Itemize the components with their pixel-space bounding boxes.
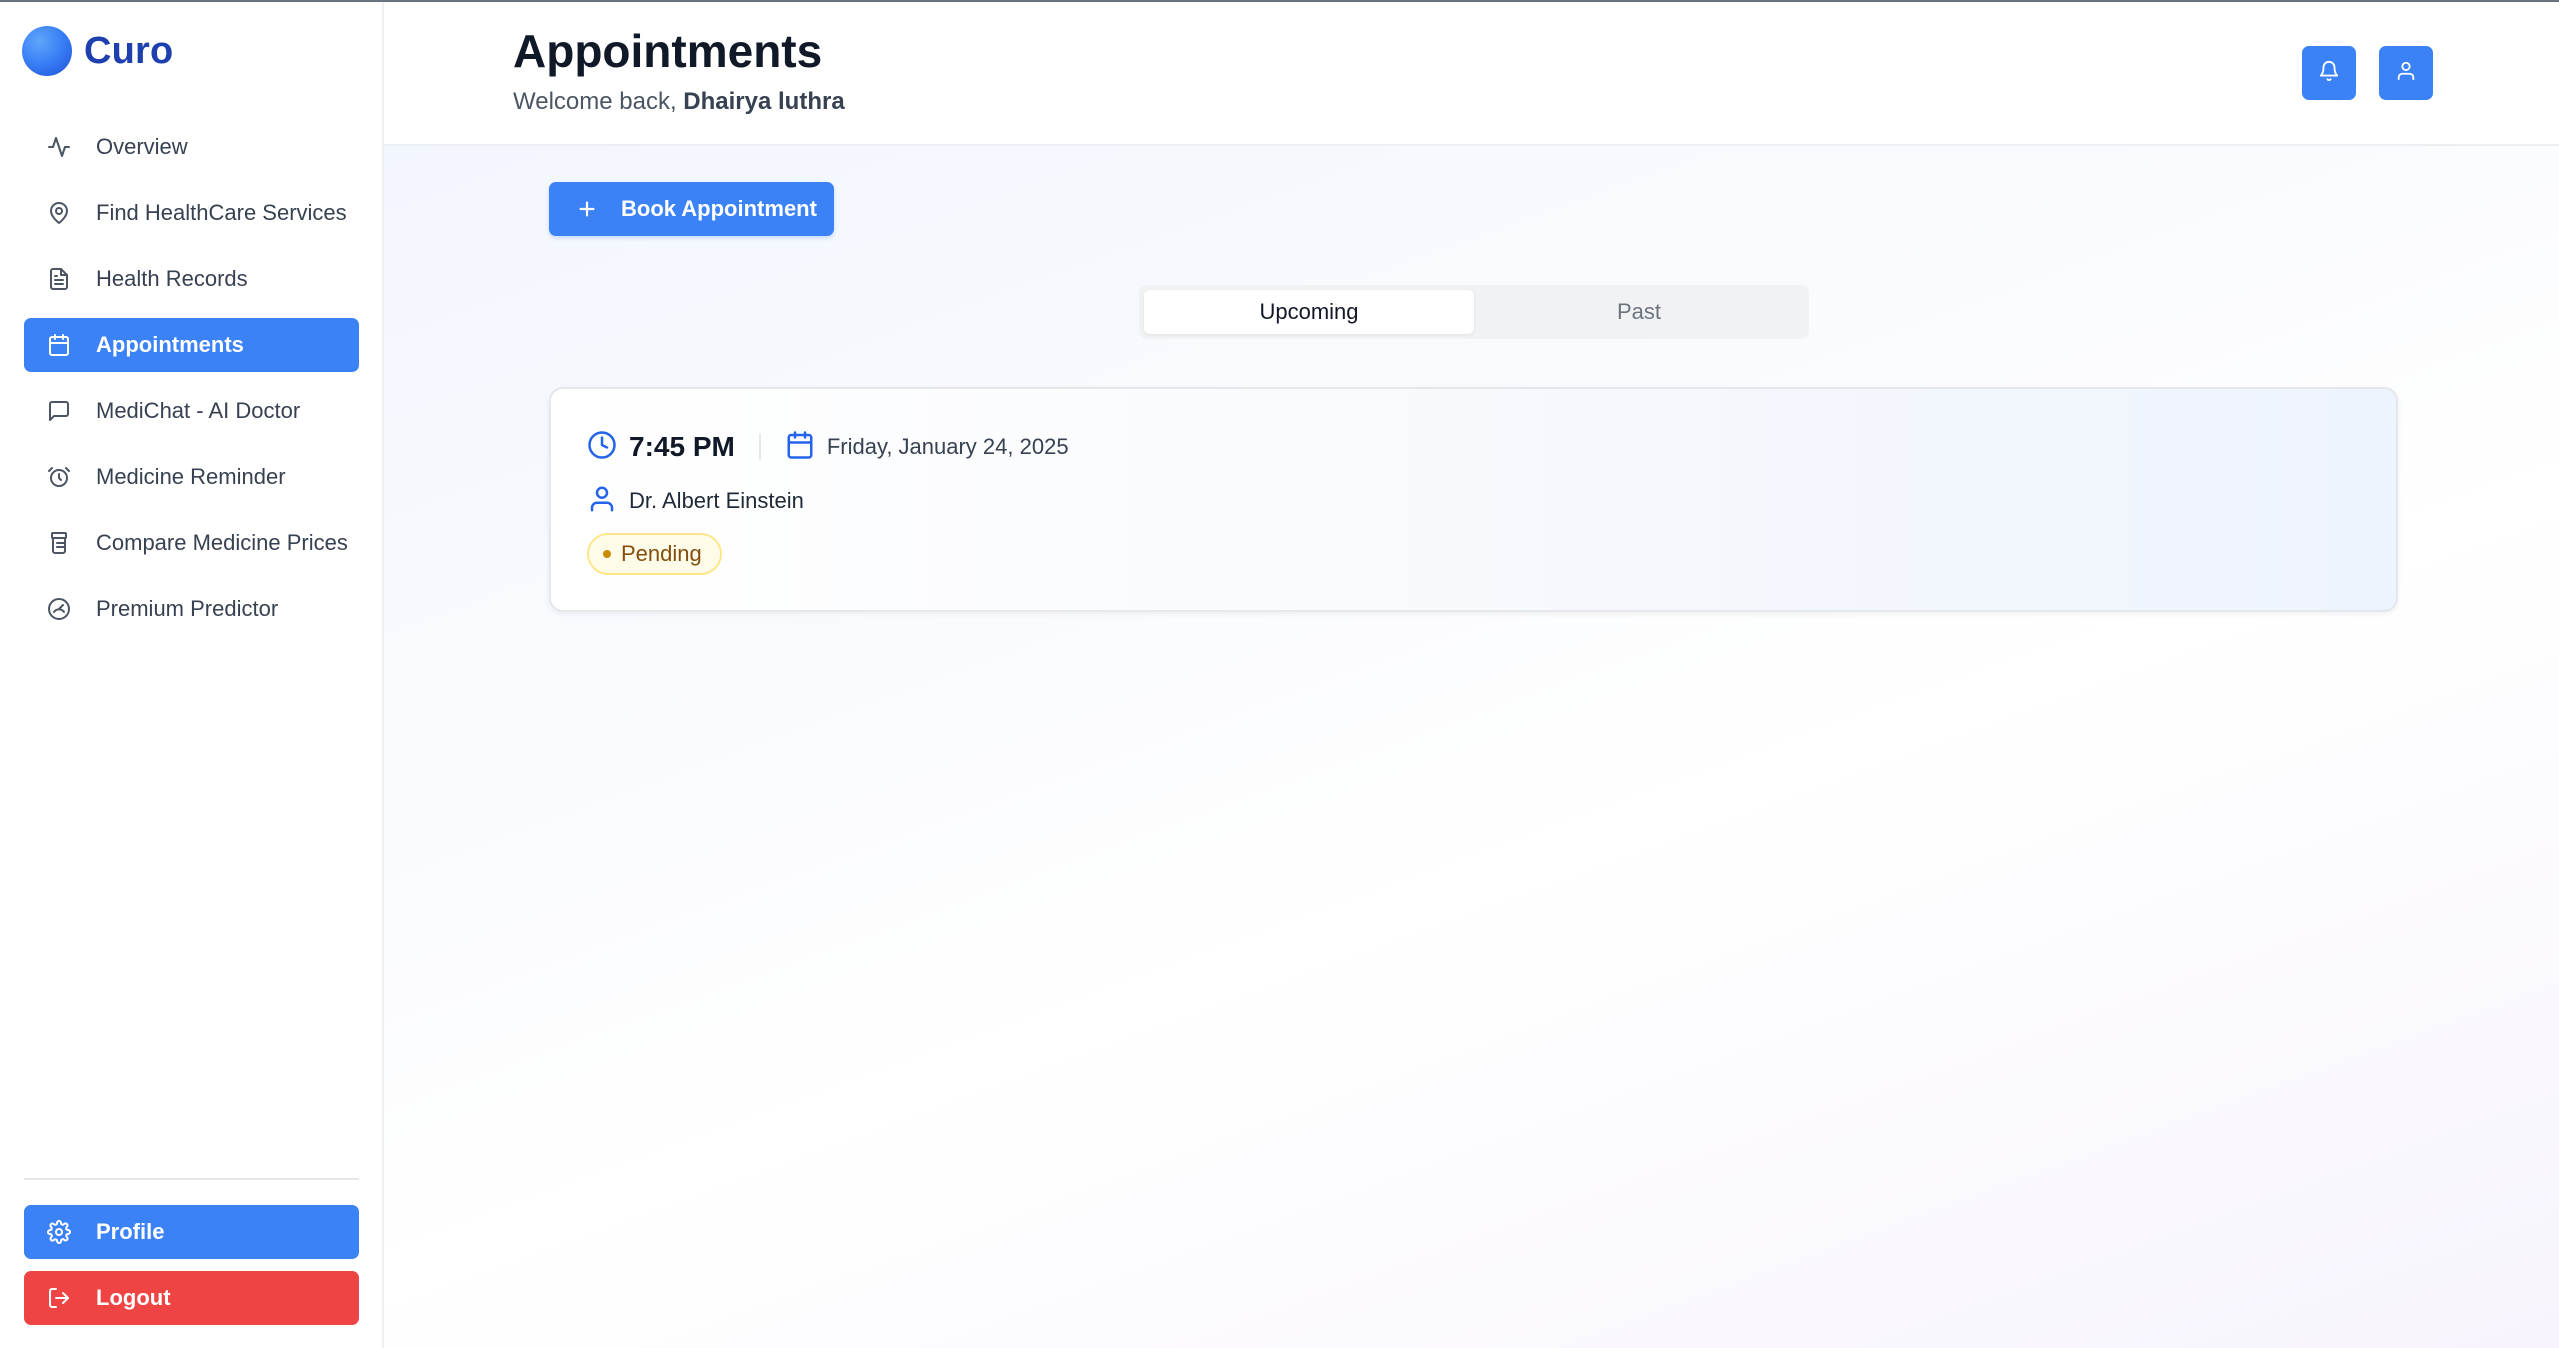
book-appointment-label: Book Appointment xyxy=(621,196,817,221)
sidebar-item-appointments[interactable]: Appointments xyxy=(24,318,359,372)
welcome-message: Welcome back, Dhairya luthra xyxy=(513,88,845,116)
profile-button[interactable]: Profile xyxy=(24,1205,359,1259)
logo-icon xyxy=(22,26,72,76)
welcome-prefix: Welcome back, xyxy=(513,88,677,115)
calendar-icon xyxy=(46,332,72,358)
notifications-button[interactable] xyxy=(2302,46,2356,100)
status-label: Pending xyxy=(621,541,702,566)
user-menu-button[interactable] xyxy=(2379,46,2433,100)
status-badge: Pending xyxy=(587,533,722,575)
appointment-doctor: Dr. Albert Einstein xyxy=(587,481,804,521)
brand-name: Curo xyxy=(84,29,174,72)
user-icon xyxy=(2395,60,2417,87)
sidebar-item-label: MediChat - AI Doctor xyxy=(96,398,301,423)
sidebar-item-label: Appointments xyxy=(96,332,244,357)
alarm-clock-icon xyxy=(46,464,72,490)
appointment-datetime: 7:45 PM Friday, January 24, 2025 xyxy=(587,427,1069,467)
logout-button[interactable]: Logout xyxy=(24,1271,359,1325)
sidebar-item-medicine-reminder[interactable]: Medicine Reminder xyxy=(24,450,359,504)
clock-icon xyxy=(587,430,617,465)
appointment-card[interactable]: 7:45 PM Friday, January 24, 2025 Dr. Alb… xyxy=(549,387,2398,612)
sidebar-nav: Overview Find HealthCare Services Health… xyxy=(24,120,359,648)
sidebar-item-label: Premium Predictor xyxy=(96,596,279,621)
appointment-tabs: Upcoming Past xyxy=(1139,285,1809,339)
activity-icon xyxy=(46,134,72,160)
sidebar-item-find-healthcare[interactable]: Find HealthCare Services xyxy=(24,186,359,240)
sidebar-item-health-records[interactable]: Health Records xyxy=(24,252,359,306)
message-square-icon xyxy=(46,398,72,424)
divider xyxy=(758,434,761,460)
tab-past[interactable]: Past xyxy=(1474,290,1804,334)
map-pin-icon xyxy=(46,200,72,226)
sidebar-item-overview[interactable]: Overview xyxy=(24,120,359,174)
logout-button-label: Logout xyxy=(96,1285,171,1310)
bell-icon xyxy=(2318,60,2340,87)
sidebar-item-label: Medicine Reminder xyxy=(96,464,286,489)
profile-button-label: Profile xyxy=(96,1219,165,1244)
gauge-icon xyxy=(46,596,72,622)
sidebar-item-label: Overview xyxy=(96,134,188,159)
book-appointment-button[interactable]: Book Appointment xyxy=(549,182,834,236)
page-title: Appointments xyxy=(513,25,823,77)
calendar-icon xyxy=(785,430,815,465)
pill-bottle-icon xyxy=(46,530,72,556)
settings-icon xyxy=(46,1219,72,1245)
sidebar-item-label: Find HealthCare Services xyxy=(96,200,347,225)
plus-icon xyxy=(575,197,599,221)
appointment-time: 7:45 PM xyxy=(629,431,735,462)
sidebar-item-label: Health Records xyxy=(96,266,248,291)
doctor-name: Dr. Albert Einstein xyxy=(629,488,804,513)
status-dot-icon xyxy=(603,550,611,558)
sidebar-item-label: Compare Medicine Prices xyxy=(96,530,348,555)
sidebar: Curo Overview Find HealthCare Services H… xyxy=(0,2,384,1348)
user-name: Dhairya luthra xyxy=(683,88,845,115)
sidebar-item-medichat[interactable]: MediChat - AI Doctor xyxy=(24,384,359,438)
sidebar-divider xyxy=(24,1178,359,1180)
sidebar-item-premium-predictor[interactable]: Premium Predictor xyxy=(24,582,359,636)
file-text-icon xyxy=(46,266,72,292)
main-content: Appointments Welcome back, Dhairya luthr… xyxy=(384,2,2559,1348)
sidebar-item-compare-prices[interactable]: Compare Medicine Prices xyxy=(24,516,359,570)
page-header: Appointments Welcome back, Dhairya luthr… xyxy=(384,2,2559,146)
brand[interactable]: Curo xyxy=(22,24,173,78)
user-icon xyxy=(587,484,617,519)
logout-icon xyxy=(46,1285,72,1311)
appointment-date: Friday, January 24, 2025 xyxy=(826,434,1069,459)
tab-upcoming[interactable]: Upcoming xyxy=(1144,290,1474,334)
